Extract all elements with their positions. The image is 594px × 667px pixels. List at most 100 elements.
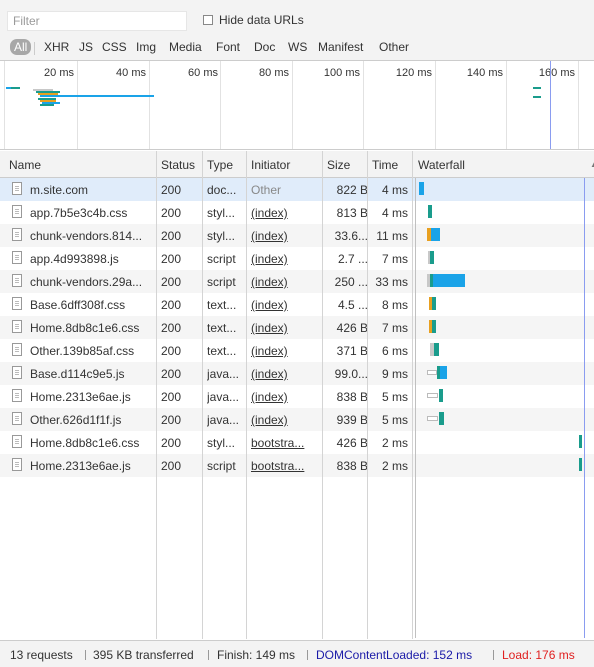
column-divider[interactable]	[202, 151, 203, 639]
request-type: text...	[207, 298, 237, 312]
table-row[interactable]: m.site.com 200 doc... Other 822 B 4 ms	[0, 178, 594, 201]
table-row[interactable]: app.4d993898.js 200 script (index) 2.7 .…	[0, 247, 594, 270]
request-status: 200	[161, 321, 182, 335]
table-row[interactable]: Other.139b85af.css 200 text... (index) 3…	[0, 339, 594, 362]
type-filter-ws[interactable]: WS	[288, 40, 307, 54]
type-filter-js[interactable]: JS	[79, 40, 93, 54]
request-time: 7 ms	[381, 252, 408, 266]
column-header-status[interactable]: Status	[161, 158, 195, 172]
file-icon	[12, 343, 22, 356]
column-divider[interactable]	[367, 151, 368, 639]
table-row[interactable]: Other.626d1f1f.js 200 java... (index) 93…	[0, 408, 594, 431]
request-time: 7 ms	[381, 321, 408, 335]
request-initiator[interactable]: (index)	[251, 229, 288, 243]
table-row[interactable]: Home.8db8c1e6.css 200 text... (index) 42…	[0, 316, 594, 339]
request-initiator[interactable]: (index)	[251, 344, 288, 358]
type-filter-media[interactable]: Media	[169, 40, 202, 54]
request-status: 200	[161, 229, 182, 243]
file-icon	[12, 228, 22, 241]
sort-arrow-icon: ▲	[590, 160, 594, 169]
table-row[interactable]: Home.2313e6ae.js 200 script bootstra... …	[0, 454, 594, 477]
request-initiator[interactable]: (index)	[251, 321, 288, 335]
waterfall-bar[interactable]	[432, 320, 436, 333]
request-initiator[interactable]: (index)	[251, 252, 288, 266]
waterfall-bar[interactable]	[427, 393, 438, 398]
waterfall-bar[interactable]	[432, 297, 436, 310]
waterfall-bar[interactable]	[439, 412, 444, 425]
request-initiator[interactable]: bootstra...	[251, 436, 317, 450]
column-header-time[interactable]: Time	[372, 158, 398, 172]
table-row[interactable]: chunk-vendors.29a... 200 script (index) …	[0, 270, 594, 293]
type-filter-xhr[interactable]: XHR	[44, 40, 69, 54]
column-header-name[interactable]: Name	[9, 158, 41, 172]
waterfall-bar[interactable]	[579, 435, 582, 448]
waterfall-bar[interactable]	[427, 416, 438, 421]
request-status: 200	[161, 413, 182, 427]
status-divider	[85, 650, 86, 660]
request-initiator[interactable]: (index)	[251, 390, 288, 404]
waterfall-bar[interactable]	[427, 370, 437, 375]
type-filter-img[interactable]: Img	[136, 40, 156, 54]
waterfall-start-line	[415, 178, 416, 638]
dom-content-loaded-time: DOMContentLoaded: 152 ms	[316, 648, 473, 662]
column-divider[interactable]	[156, 151, 157, 639]
request-type: java...	[207, 390, 240, 404]
request-size: 250 ...	[334, 275, 368, 289]
table-row[interactable]: Base.d114c9e5.js 200 java... (index) 99.…	[0, 362, 594, 385]
column-header-type[interactable]: Type	[207, 158, 233, 172]
waterfall-bar[interactable]	[419, 182, 424, 195]
waterfall-bar[interactable]	[428, 205, 432, 218]
overview-request-bar	[40, 104, 54, 106]
request-initiator[interactable]: (index)	[251, 367, 288, 381]
hide-data-urls-checkbox[interactable]	[203, 15, 213, 25]
hide-data-urls-label: Hide data URLs	[219, 13, 304, 27]
overview-gridline	[220, 61, 221, 149]
table-row[interactable]: Base.6dff308f.css 200 text... (index) 4.…	[0, 293, 594, 316]
overview-tick-label: 20 ms	[44, 67, 74, 79]
request-initiator[interactable]: bootstra...	[251, 459, 317, 473]
type-filter-other[interactable]: Other	[379, 40, 409, 54]
request-name: Home.2313e6ae.js	[30, 390, 131, 404]
waterfall-bar[interactable]	[430, 251, 434, 264]
table-row[interactable]: chunk-vendors.814... 200 styl... (index)…	[0, 224, 594, 247]
filter-input[interactable]	[7, 11, 187, 31]
type-filter-doc[interactable]: Doc	[254, 40, 275, 54]
table-row[interactable]: app.7b5e3c4b.css 200 styl... (index) 813…	[0, 201, 594, 224]
request-size: 838 B	[336, 459, 368, 473]
timeline-overview[interactable]: 20 ms 40 ms 60 ms 80 ms 100 ms 120 ms 14…	[0, 61, 594, 150]
request-initiator[interactable]: (index)	[251, 275, 288, 289]
waterfall-bar[interactable]	[431, 228, 440, 241]
column-header-waterfall[interactable]: Waterfall	[418, 158, 465, 172]
request-name: m.site.com	[30, 183, 89, 197]
waterfall-bar[interactable]	[439, 389, 443, 402]
request-initiator[interactable]: (index)	[251, 298, 288, 312]
hide-data-urls-toggle[interactable]: Hide data URLs	[203, 13, 304, 27]
overview-gridline	[77, 61, 78, 149]
request-type: script	[207, 252, 236, 266]
waterfall-bar[interactable]	[579, 458, 582, 471]
request-name: Other.139b85af.css	[30, 344, 135, 358]
request-status: 200	[161, 183, 182, 197]
waterfall-bar[interactable]	[434, 343, 439, 356]
request-initiator[interactable]: (index)	[251, 413, 288, 427]
table-row[interactable]: Home.2313e6ae.js 200 java... (index) 838…	[0, 385, 594, 408]
waterfall-bar[interactable]	[433, 274, 465, 287]
request-type: styl...	[207, 436, 236, 450]
waterfall-bar[interactable]	[440, 366, 447, 379]
type-filter-all[interactable]: All	[10, 39, 32, 55]
type-filter-css[interactable]: CSS	[102, 40, 127, 54]
column-header-initiator[interactable]: Initiator	[251, 158, 290, 172]
type-filter-font[interactable]: Font	[216, 40, 240, 54]
request-size: 838 B	[336, 390, 368, 404]
request-time: 2 ms	[381, 436, 408, 450]
request-name: chunk-vendors.814...	[30, 229, 143, 243]
request-initiator[interactable]: (index)	[251, 206, 288, 220]
column-divider[interactable]	[412, 151, 413, 639]
request-name: Base.6dff308f.css	[30, 298, 126, 312]
table-row[interactable]: Home.8db8c1e6.css 200 styl... bootstra..…	[0, 431, 594, 454]
column-divider[interactable]	[246, 151, 247, 639]
type-filter-manifest[interactable]: Manifest	[318, 40, 363, 54]
column-header-size[interactable]: Size	[327, 158, 350, 172]
overview-dom-content-loaded-line	[550, 61, 551, 149]
column-divider[interactable]	[322, 151, 323, 639]
